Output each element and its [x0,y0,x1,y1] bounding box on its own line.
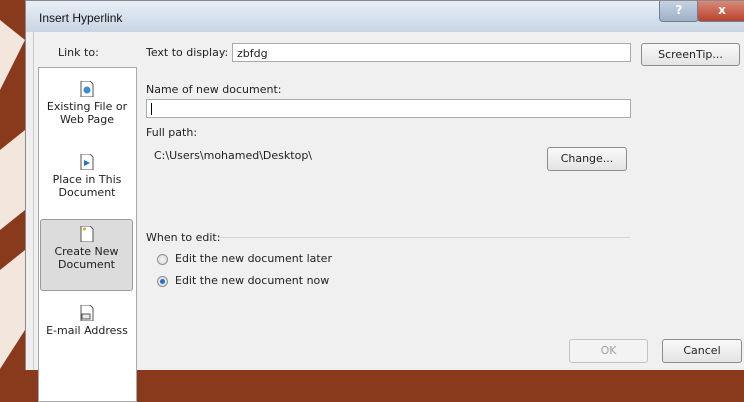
screentip-button[interactable]: ScreenTip... [641,43,740,66]
insert-hyperlink-dialog: Insert Hyperlink ? x Link to: Existing F… [25,0,744,402]
link-item-email-address[interactable]: E-mail Address [41,301,133,361]
dialog-body: Link to: Existing File or Web Page Place… [33,32,744,402]
dialog-title: Insert Hyperlink [39,11,123,25]
link-item-create-new-document[interactable]: Create New Document [40,219,133,291]
new-document-icon [80,226,93,242]
new-document-name-field[interactable] [146,99,631,118]
link-item-label: Create New [54,245,119,258]
help-button[interactable]: ? [659,1,699,22]
text-to-display-field[interactable]: zbfdg [232,43,631,62]
section-divider [218,237,630,238]
close-button[interactable]: x [697,1,744,22]
cancel-button[interactable]: Cancel [662,339,742,363]
edit-now-label[interactable]: Edit the new document now [175,274,329,287]
ok-button[interactable]: OK [569,339,648,363]
new-document-name-label: Name of new document: [146,83,282,96]
text-caret [151,103,152,115]
link-to-bar: Existing File or Web Page Place in This … [38,67,137,402]
link-item-label: Document [58,258,115,271]
link-item-label: Web Page [59,113,115,126]
link-item-label: Document [58,186,116,199]
title-bar[interactable]: Insert Hyperlink ? x [26,1,744,32]
link-item-place-in-document[interactable]: Place in This Document [41,150,133,210]
change-button[interactable]: Change... [547,147,627,171]
link-item-label: Place in This [52,173,122,186]
link-item-label: Existing File or [46,100,128,113]
edit-later-radio[interactable] [157,254,168,265]
place-in-document-icon [80,154,94,170]
link-item-existing-file[interactable]: Existing File or Web Page [41,77,133,137]
full-path-label: Full path: [146,126,198,139]
when-to-edit-label: When to edit: [146,231,221,244]
text-to-display-label: Text to display: [146,46,229,59]
link-item-label: E-mail Address [46,324,128,337]
link-to-label: Link to: [58,46,99,59]
web-file-icon [80,81,94,97]
email-icon [80,305,94,321]
full-path-value: C:\Users\mohamed\Desktop\ [154,149,313,162]
edit-later-label[interactable]: Edit the new document later [175,252,332,265]
edit-now-radio[interactable] [157,276,168,287]
